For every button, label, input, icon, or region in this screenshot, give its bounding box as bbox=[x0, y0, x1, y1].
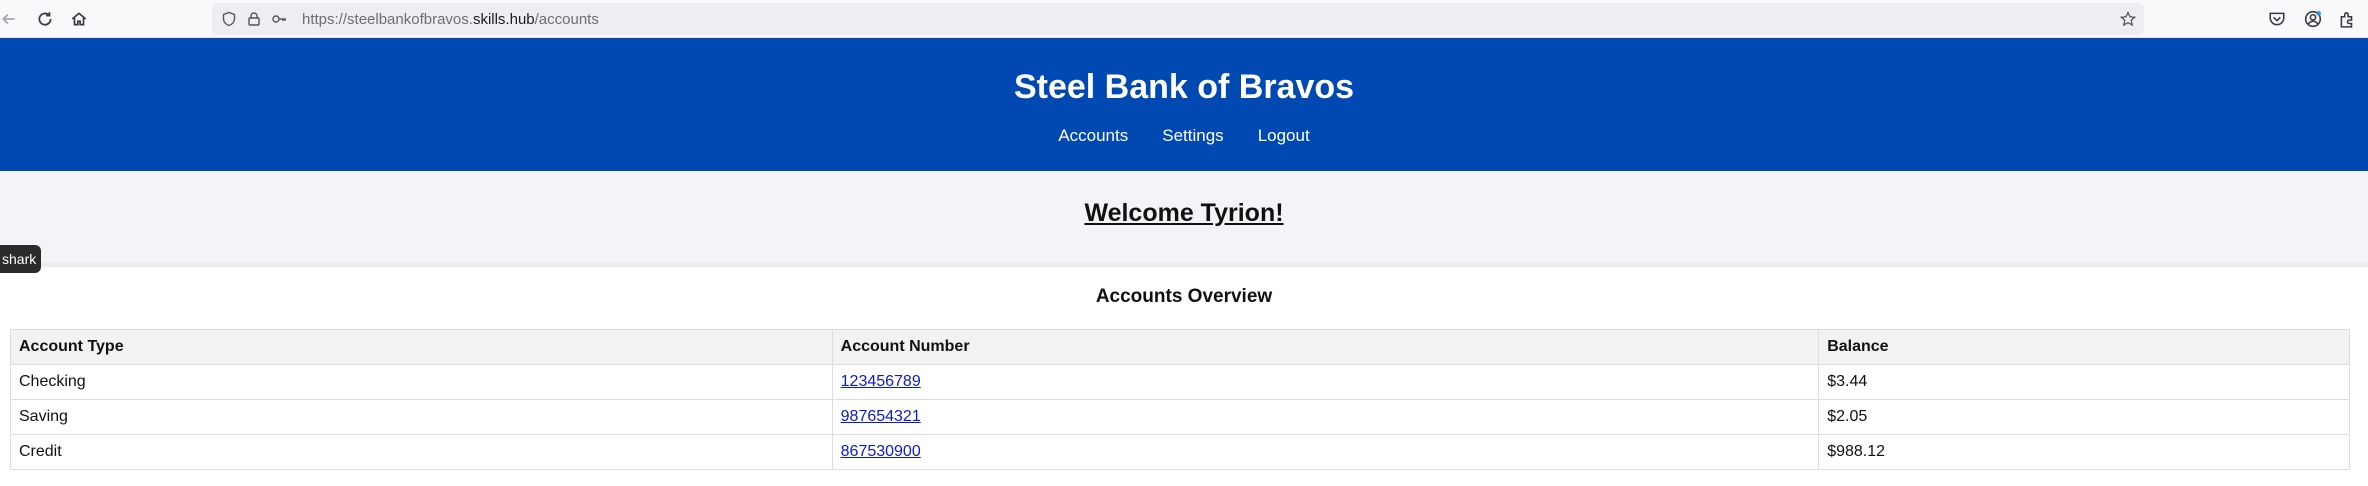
back-arrow-icon[interactable] bbox=[0, 6, 22, 32]
column-header-balance: Balance bbox=[1818, 329, 2350, 365]
welcome-banner: Welcome Tyrion! bbox=[0, 171, 2368, 267]
account-type-cell: Credit bbox=[10, 434, 833, 470]
lock-icon[interactable] bbox=[245, 10, 263, 28]
account-number-cell: 123456789 bbox=[831, 364, 1820, 400]
extensions-icon[interactable] bbox=[2336, 8, 2358, 30]
bookmark-star-icon[interactable] bbox=[2119, 10, 2137, 28]
url-text[interactable]: https://steelbankofbravos.skills.hub/acc… bbox=[302, 11, 599, 28]
table-row: Credit 867530900 $988.12 bbox=[10, 434, 2350, 470]
account-type-cell: Checking bbox=[10, 364, 833, 400]
tooltip: shark bbox=[0, 245, 41, 273]
balance-cell: $3.44 bbox=[1818, 364, 2350, 400]
table-row: Saving 987654321 $2.05 bbox=[10, 399, 2350, 435]
column-header-account-type: Account Type bbox=[10, 329, 833, 365]
balance-cell: $2.05 bbox=[1818, 399, 2350, 435]
column-header-account-number: Account Number bbox=[831, 329, 1820, 365]
nav-link-logout[interactable]: Logout bbox=[1258, 126, 1310, 146]
nav-link-settings[interactable]: Settings bbox=[1162, 126, 1223, 146]
shield-icon[interactable] bbox=[220, 10, 238, 28]
balance-cell: $988.12 bbox=[1818, 434, 2350, 470]
accounts-table: Account Type Account Number Balance Chec… bbox=[10, 329, 2350, 470]
account-type-cell: Saving bbox=[10, 399, 833, 435]
accounts-overview-title: Accounts Overview bbox=[1095, 286, 1273, 307]
account-number-cell: 987654321 bbox=[831, 399, 1820, 435]
account-number-link[interactable]: 123456789 bbox=[841, 373, 921, 390]
account-icon[interactable] bbox=[2302, 8, 2324, 30]
site-title: Steel Bank of Bravos bbox=[1013, 68, 1355, 106]
main-nav: Accounts Settings Logout bbox=[0, 126, 2368, 146]
key-icon[interactable] bbox=[270, 10, 288, 28]
table-header-row: Account Type Account Number Balance bbox=[10, 329, 2350, 365]
home-icon[interactable] bbox=[66, 6, 92, 32]
pocket-icon[interactable] bbox=[2266, 8, 2288, 30]
account-number-link[interactable]: 987654321 bbox=[841, 408, 921, 425]
welcome-heading: Welcome Tyrion! bbox=[1084, 199, 1284, 227]
browser-toolbar: https://steelbankofbravos.skills.hub/acc… bbox=[0, 0, 2368, 38]
url-bar[interactable]: https://steelbankofbravos.skills.hub/acc… bbox=[212, 3, 2144, 35]
reload-icon[interactable] bbox=[32, 6, 58, 32]
site-header: Steel Bank of Bravos Accounts Settings L… bbox=[0, 38, 2368, 171]
account-number-cell: 867530900 bbox=[831, 434, 1820, 470]
nav-link-accounts[interactable]: Accounts bbox=[1058, 126, 1128, 146]
account-number-link[interactable]: 867530900 bbox=[841, 443, 921, 460]
table-row: Checking 123456789 $3.44 bbox=[10, 364, 2350, 400]
